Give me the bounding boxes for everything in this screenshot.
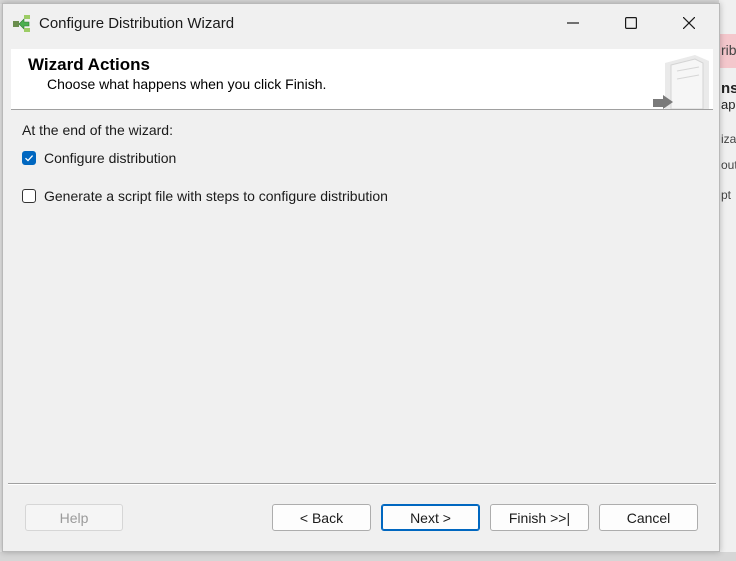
page-title: Wizard Actions (28, 55, 151, 74)
background-text: iza (721, 132, 736, 146)
maximize-button[interactable] (602, 4, 660, 42)
background-app-panel: rib ns app iza out pt (719, 0, 736, 561)
background-app-footer (0, 552, 736, 561)
configure-distribution-option[interactable]: Configure distribution (22, 149, 176, 167)
footer-divider (8, 483, 716, 485)
title-bar[interactable]: Configure Distribution Wizard (3, 4, 719, 44)
minimize-button[interactable] (544, 4, 602, 42)
cancel-button[interactable]: Cancel (599, 504, 698, 531)
back-button[interactable]: < Back (272, 504, 371, 531)
window-title: Configure Distribution Wizard (39, 15, 235, 32)
generate-script-checkbox[interactable] (22, 189, 36, 203)
wizard-dialog: Configure Distribution Wizard Wizard Act… (2, 3, 720, 552)
background-text: out (721, 158, 736, 172)
background-text: app (721, 97, 736, 112)
wizard-header: Wizard Actions Choose what happens when … (11, 49, 713, 110)
configure-distribution-checkbox[interactable] (22, 151, 36, 165)
page-subtitle: Choose what happens when you click Finis… (47, 76, 327, 92)
configure-distribution-label: Configure distribution (44, 150, 177, 166)
help-button[interactable]: Help (25, 504, 123, 531)
background-text: rib (721, 42, 736, 58)
finish-button[interactable]: Finish >>| (490, 504, 589, 531)
checkmark-icon (25, 155, 34, 162)
background-text: ns (721, 80, 736, 97)
close-button[interactable] (660, 4, 718, 42)
next-button[interactable]: Next > (381, 504, 480, 531)
wizard-arrows-icon (12, 13, 32, 33)
section-label: At the end of the wizard: (22, 122, 173, 138)
background-text: pt (721, 188, 732, 202)
generate-script-label: Generate a script file with steps to con… (44, 188, 388, 204)
server-arrow-icon (651, 51, 711, 110)
generate-script-option[interactable]: Generate a script file with steps to con… (22, 187, 388, 205)
